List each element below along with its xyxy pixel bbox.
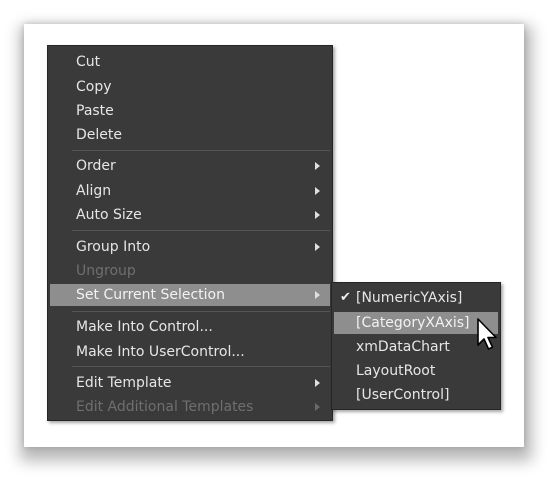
menu-item-label: Make Into UserControl... — [76, 344, 245, 360]
menu-item-ungroup: Ungroup — [50, 260, 330, 282]
context-menu: Cut Copy Paste Delete Order Align Auto S… — [47, 45, 333, 421]
menu-item-label: Edit Additional Templates — [76, 399, 254, 415]
menu-item-label: Edit Template — [76, 375, 172, 391]
menu-item-label: Set Current Selection — [76, 287, 225, 303]
menu-item-label: Make Into Control... — [76, 319, 213, 335]
menu-item-order[interactable]: Order — [50, 155, 330, 177]
menu-item-edit-template[interactable]: Edit Template — [50, 372, 330, 394]
menu-item-label: Auto Size — [76, 207, 142, 223]
menu-item-label: Align — [76, 183, 112, 199]
submenu-arrow-icon — [315, 291, 320, 299]
submenu-item-label: [UserControl] — [356, 387, 450, 403]
submenu-arrow-icon — [315, 379, 320, 387]
check-mark-icon: ✔ — [340, 290, 351, 305]
menu-item-label: Delete — [76, 127, 122, 143]
submenu-arrow-icon — [315, 403, 320, 411]
submenu-arrow-icon — [315, 211, 320, 219]
menu-item-set-current-selection[interactable]: Set Current Selection — [50, 284, 330, 306]
submenu-item-xm-data-chart[interactable]: xmDataChart — [334, 336, 498, 358]
submenu-item-category-x-axis[interactable]: [CategoryXAxis] — [334, 312, 498, 334]
submenu-item-label: xmDataChart — [356, 339, 450, 355]
menu-item-group-into[interactable]: Group Into — [50, 236, 330, 258]
menu-item-label: Order — [76, 158, 116, 174]
menu-item-copy[interactable]: Copy — [50, 76, 330, 98]
menu-separator — [72, 230, 330, 231]
menu-item-make-into-usercontrol[interactable]: Make Into UserControl... — [50, 341, 330, 363]
submenu-item-numeric-y-axis[interactable]: ✔ [NumericYAxis] — [334, 287, 498, 309]
mouse-pointer-icon — [477, 318, 497, 350]
menu-item-paste[interactable]: Paste — [50, 100, 330, 122]
menu-item-auto-size[interactable]: Auto Size — [50, 204, 330, 226]
submenu-item-label: [CategoryXAxis] — [356, 315, 470, 331]
menu-item-align[interactable]: Align — [50, 180, 330, 202]
submenu-arrow-icon — [315, 187, 320, 195]
menu-item-cut[interactable]: Cut — [50, 51, 330, 73]
menu-item-label: Copy — [76, 79, 112, 95]
menu-separator — [72, 150, 330, 151]
submenu-item-label: LayoutRoot — [356, 363, 436, 379]
submenu-item-label: [NumericYAxis] — [356, 290, 463, 306]
submenu-arrow-icon — [315, 243, 320, 251]
menu-item-delete[interactable]: Delete — [50, 124, 330, 146]
menu-separator — [72, 311, 330, 312]
submenu-arrow-icon — [315, 162, 320, 170]
menu-separator — [72, 366, 330, 367]
menu-item-edit-additional-templates: Edit Additional Templates — [50, 396, 330, 418]
menu-item-label: Paste — [76, 103, 114, 119]
submenu-item-user-control[interactable]: [UserControl] — [334, 384, 498, 406]
menu-item-label: Ungroup — [76, 263, 136, 279]
submenu-item-layout-root[interactable]: LayoutRoot — [334, 360, 498, 382]
menu-item-make-into-control[interactable]: Make Into Control... — [50, 316, 330, 338]
menu-item-label: Cut — [76, 54, 101, 70]
menu-item-label: Group Into — [76, 239, 151, 255]
